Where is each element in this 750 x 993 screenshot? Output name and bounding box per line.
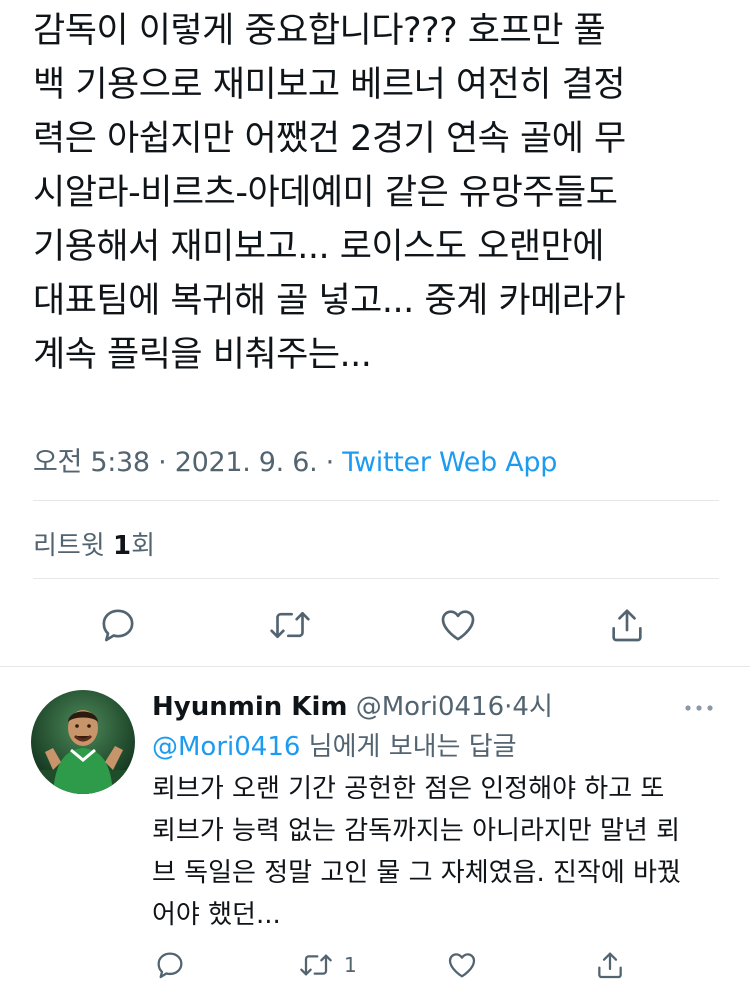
reply-time[interactable]: 4시 [512, 692, 552, 722]
tweet-text-line: 계속 플릭을 비춰주는... [33, 335, 372, 375]
avatar[interactable] [31, 690, 135, 794]
retweet-label: 리트윗 [33, 531, 105, 561]
divider [0, 666, 750, 667]
tweet-source-link[interactable]: Twitter Web App [342, 447, 557, 478]
like-icon [448, 953, 476, 978]
reply-tweet[interactable]: Hyunmin Kim @Mori0416·4시 @Mori0416 님에게 보… [0, 668, 750, 988]
share-icon [612, 609, 642, 642]
reply-like-button[interactable] [446, 940, 478, 990]
divider [33, 500, 719, 501]
tweet-text-line: 감독이 이렇게 중요합니다??? 호프만 풀 [33, 11, 606, 51]
tweet-text-line: 시알라-비르츠-아데예미 같은 유망주들도 [33, 173, 618, 213]
tweet-text: 감독이 이렇게 중요합니다??? 호프만 풀 백 기용으로 재미보고 베르너 여… [33, 4, 723, 382]
avatar-photo [31, 690, 135, 794]
retweet-count: 1 [113, 531, 132, 561]
tweet-text-line: 백 기용으로 재미보고 베르너 여전히 결정 [33, 65, 626, 105]
reply-author-handle[interactable]: @Mori0416 [356, 692, 504, 722]
tweet-text-line: 대표팀에 복귀해 골 넣고... 중계 카메라가 [33, 281, 626, 321]
reply-text-line: 브 독일은 정말 고인 물 그 자체였음. 진작에 바꿨 [152, 858, 681, 888]
reply-text: 뢰브가 오랜 기간 공헌한 점은 인정해야 하고 또 뢰브가 능력 없는 감독까… [152, 768, 722, 936]
divider [33, 578, 719, 579]
reply-share-button[interactable] [594, 940, 626, 990]
reply-retweet-count: 1 [344, 953, 357, 977]
reply-header: Hyunmin Kim @Mori0416·4시 [152, 686, 553, 723]
reply-author-name[interactable]: Hyunmin Kim [152, 692, 347, 722]
tweet-metadata: 오전 5:38 · 2021. 9. 6. · Twitter Web App [33, 440, 557, 479]
reply-icon [102, 609, 134, 642]
replying-to-mention[interactable]: @Mori0416 [152, 732, 300, 762]
retweet-unit: 회 [131, 531, 156, 561]
retweet-stats[interactable]: 리트윗 1회 [33, 525, 155, 562]
retweet-icon [300, 954, 332, 976]
separator: · [325, 447, 335, 478]
reply-action-bar: 1 [0, 940, 750, 990]
reply-text-line: 어야 했던... [152, 900, 281, 930]
like-icon [441, 610, 475, 641]
reply-retweet-button[interactable]: 1 [298, 940, 357, 990]
tweet-text-line: 기용해서 재미보고... 로이스도 오랜만에 [33, 227, 604, 267]
replying-to: @Mori0416 님에게 보내는 답글 [152, 726, 517, 763]
separator: · [158, 447, 167, 478]
share-icon [598, 952, 622, 979]
reply-text-line: 뢰브가 오랜 기간 공헌한 점은 인정해야 하고 또 [152, 774, 665, 804]
tweet-date[interactable]: 2021. 9. 6. [175, 447, 318, 478]
reply-text-line: 뢰브가 능력 없는 감독까지는 아니라지만 말년 뢰 [152, 816, 680, 846]
like-button[interactable] [438, 600, 478, 650]
tweet-text-line: 력은 아쉽지만 어쨌건 2경기 연속 골에 무 [33, 119, 626, 159]
more-button[interactable] [684, 698, 714, 717]
reply-icon [157, 952, 183, 979]
reply-button[interactable] [98, 600, 138, 650]
share-button[interactable] [607, 600, 647, 650]
reply-reply-button[interactable] [154, 940, 186, 990]
retweet-button[interactable] [268, 600, 312, 650]
tweet-time[interactable]: 오전 5:38 [33, 447, 150, 478]
more-icon [685, 705, 713, 711]
replying-to-suffix: 님에게 보내는 답글 [300, 732, 517, 762]
retweet-icon [270, 612, 310, 638]
tweet-action-bar [0, 600, 750, 650]
